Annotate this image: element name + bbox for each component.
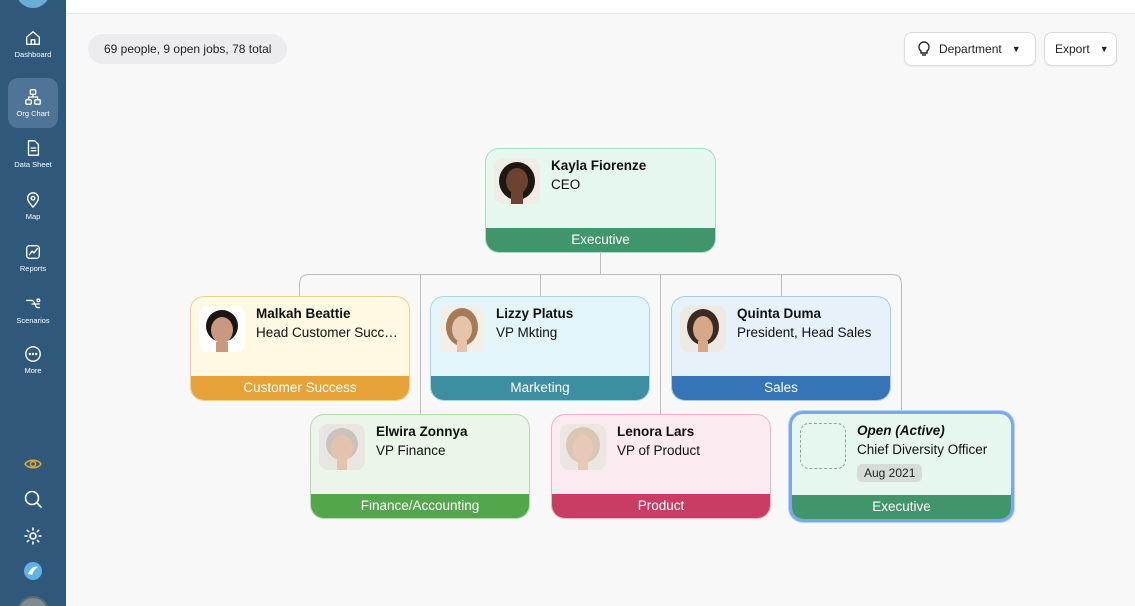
map-pin-icon bbox=[26, 192, 40, 208]
top-bar bbox=[66, 0, 1135, 14]
department-label: Marketing bbox=[431, 376, 649, 400]
avatar bbox=[680, 306, 726, 352]
nav-org-chart[interactable]: Org Chart bbox=[8, 78, 58, 128]
person-title: CEO bbox=[551, 177, 581, 192]
avatar bbox=[199, 306, 245, 352]
person-title: Head Customer Succ… bbox=[256, 325, 398, 340]
more-icon bbox=[25, 346, 41, 362]
nav-data-sheet-label: Data Sheet bbox=[14, 160, 52, 169]
export-dropdown-label: Export bbox=[1055, 42, 1090, 56]
person-name: Kayla Fiorenze bbox=[551, 158, 647, 173]
empty-avatar-placeholder bbox=[800, 423, 846, 469]
lightbulb-icon bbox=[918, 41, 930, 56]
avatar bbox=[319, 424, 365, 470]
nav-more[interactable]: More bbox=[8, 336, 58, 384]
department-label: Product bbox=[552, 494, 770, 518]
department-label: Customer Success bbox=[191, 376, 409, 400]
nav-reports-label: Reports bbox=[19, 264, 47, 273]
nav-org-chart-label: Org Chart bbox=[16, 109, 50, 118]
nav-scenarios-label: Scenarios bbox=[16, 316, 50, 325]
nav-dashboard-label: Dashboard bbox=[14, 50, 52, 59]
open-date-badge: Aug 2021 bbox=[857, 464, 923, 482]
person-name: Malkah Beattie bbox=[256, 306, 351, 321]
person-name: Lenora Lars bbox=[617, 424, 695, 439]
org-card-finance[interactable]: Elwira Zonnya VP Finance Finance/Account… bbox=[310, 414, 530, 519]
sidebar: Dashboard Org Chart Data Sheet Map Repor… bbox=[0, 0, 66, 606]
org-card-ceo[interactable]: Kayla Fiorenze CEO Executive bbox=[485, 148, 716, 253]
home-icon bbox=[26, 31, 40, 45]
person-title: VP Finance bbox=[376, 443, 446, 458]
org-card-marketing[interactable]: Lizzy Platus VP Mkting Marketing bbox=[430, 296, 650, 401]
department-label: Executive bbox=[792, 495, 1011, 519]
org-chart-icon bbox=[25, 89, 41, 105]
person-name: Elwira Zonnya bbox=[376, 424, 468, 439]
person-title: President, Head Sales bbox=[737, 325, 872, 340]
department-label: Finance/Accounting bbox=[311, 494, 529, 518]
app-logo-icon[interactable] bbox=[21, 559, 45, 583]
person-title: VP Mkting bbox=[496, 325, 558, 340]
avatar bbox=[560, 424, 606, 470]
search-icon[interactable] bbox=[21, 487, 45, 511]
nav-more-label: More bbox=[24, 366, 42, 375]
settings-icon[interactable] bbox=[21, 524, 45, 548]
department-label: Sales bbox=[672, 376, 890, 400]
document-icon bbox=[27, 140, 40, 156]
avatar bbox=[494, 158, 540, 204]
person-name: Quinta Duma bbox=[737, 306, 822, 321]
org-card-product[interactable]: Lenora Lars VP of Product Product bbox=[551, 414, 771, 519]
chevron-down-icon: ▼ bbox=[1011, 44, 1021, 54]
nav-map-label: Map bbox=[25, 212, 41, 221]
nav-dashboard[interactable]: Dashboard bbox=[8, 20, 58, 68]
department-dropdown[interactable]: Department ▼ bbox=[904, 32, 1036, 66]
org-card-open-position[interactable]: Open (Active) Chief Diversity Officer Au… bbox=[789, 411, 1014, 522]
eye-icon[interactable] bbox=[21, 452, 45, 476]
open-position-status: Open (Active) bbox=[857, 423, 945, 438]
person-name: Lizzy Platus bbox=[496, 306, 574, 321]
nav-scenarios[interactable]: Scenarios bbox=[8, 286, 58, 334]
nav-data-sheet[interactable]: Data Sheet bbox=[8, 130, 58, 178]
export-dropdown[interactable]: Export ▼ bbox=[1044, 32, 1117, 66]
person-title: Chief Diversity Officer bbox=[857, 442, 988, 457]
avatar bbox=[439, 306, 485, 352]
scenarios-icon bbox=[26, 298, 41, 309]
department-dropdown-label: Department bbox=[939, 42, 1002, 56]
company-logo[interactable] bbox=[16, 0, 50, 8]
org-card-customer-success[interactable]: Malkah Beattie Head Customer Succ… Custo… bbox=[190, 296, 410, 401]
nav-map[interactable]: Map bbox=[8, 182, 58, 230]
headcount-summary: 69 people, 9 open jobs, 78 total bbox=[88, 34, 288, 64]
nav-reports[interactable]: Reports bbox=[8, 234, 58, 282]
department-label: Executive bbox=[486, 228, 715, 252]
user-avatar[interactable] bbox=[17, 596, 49, 606]
chevron-down-icon: ▼ bbox=[1099, 44, 1109, 54]
org-card-sales[interactable]: Quinta Duma President, Head Sales Sales bbox=[671, 296, 891, 401]
chart-icon bbox=[26, 245, 40, 259]
person-title: VP of Product bbox=[617, 443, 701, 458]
